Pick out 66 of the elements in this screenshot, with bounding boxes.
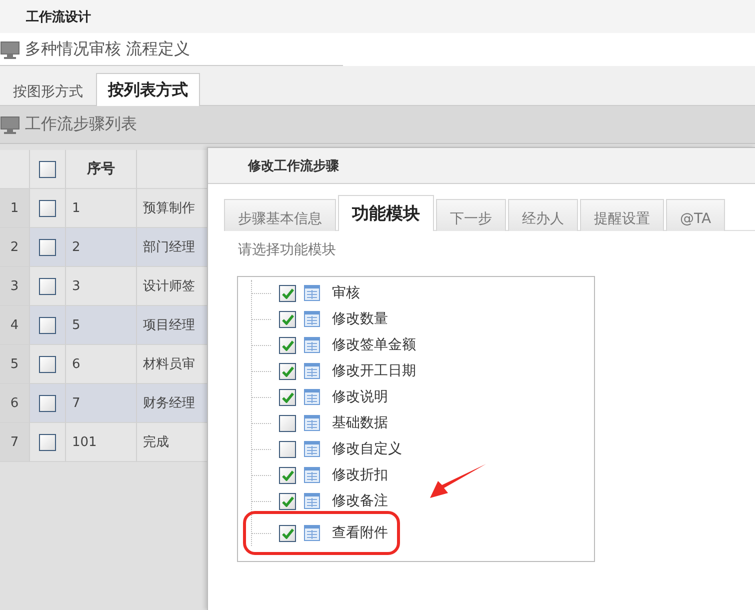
module-label[interactable]: 修改折扣 bbox=[332, 466, 388, 484]
table-cell: 5 bbox=[66, 306, 137, 345]
checkbox[interactable] bbox=[279, 466, 296, 484]
table-icon bbox=[304, 493, 320, 509]
view-tab[interactable]: 按列表方式 bbox=[96, 73, 200, 106]
checkbox[interactable] bbox=[279, 362, 296, 380]
checkbox[interactable] bbox=[39, 356, 56, 372]
table-icon bbox=[304, 311, 320, 327]
row-number: 5 bbox=[0, 345, 30, 384]
module-label[interactable]: 查看附件 bbox=[332, 524, 388, 542]
row-number: 4 bbox=[0, 306, 30, 345]
checkbox[interactable] bbox=[39, 238, 56, 256]
row-number: 6 bbox=[0, 384, 30, 423]
row-number: 1 bbox=[0, 189, 30, 228]
row-number: 3 bbox=[0, 267, 30, 306]
module-label[interactable]: 修改数量 bbox=[332, 310, 388, 328]
monitor-icon bbox=[0, 40, 20, 58]
dialog-tab[interactable]: 功能模块 bbox=[338, 195, 434, 231]
checkbox[interactable] bbox=[39, 434, 56, 450]
table-icon bbox=[304, 285, 320, 301]
module-label[interactable]: 修改自定义 bbox=[332, 440, 402, 458]
checkbox[interactable] bbox=[279, 414, 296, 432]
checkbox[interactable] bbox=[39, 316, 56, 334]
checkbox[interactable] bbox=[39, 160, 56, 178]
checkbox[interactable] bbox=[279, 336, 296, 354]
module-label[interactable]: 修改说明 bbox=[332, 388, 388, 406]
table-icon bbox=[304, 441, 320, 457]
table-icon bbox=[304, 415, 320, 431]
table-cell: 1 bbox=[66, 189, 137, 228]
dialog-tab[interactable]: 经办人 bbox=[508, 199, 578, 231]
row-number: 7 bbox=[0, 423, 30, 462]
checkbox[interactable] bbox=[279, 310, 296, 328]
checkbox[interactable] bbox=[39, 200, 56, 216]
breadcrumb-title: 多种情况审核 流程定义 bbox=[25, 39, 190, 60]
module-label[interactable]: 审核 bbox=[332, 284, 360, 302]
column-header: 序号 bbox=[66, 150, 137, 189]
dialog-tab[interactable]: 步骤基本信息 bbox=[224, 199, 336, 231]
table-cell: 6 bbox=[66, 345, 137, 384]
list-title: 工作流步骤列表 bbox=[25, 114, 137, 135]
table-icon bbox=[304, 525, 320, 541]
table-cell: 2 bbox=[66, 228, 137, 267]
dialog-tab[interactable]: @TA bbox=[666, 199, 726, 231]
checkbox[interactable] bbox=[279, 388, 296, 406]
dialog-tab[interactable]: 下一步 bbox=[436, 199, 506, 231]
prompt-text: 请选择功能模块 bbox=[238, 241, 337, 260]
module-label[interactable]: 修改备注 bbox=[332, 492, 388, 510]
row-number: 2 bbox=[0, 228, 30, 267]
dialog-title: 修改工作流步骤 bbox=[248, 158, 339, 174]
checkbox[interactable] bbox=[279, 524, 296, 542]
view-tab[interactable]: 按图形方式 bbox=[2, 78, 94, 106]
module-label[interactable]: 修改开工日期 bbox=[332, 362, 416, 380]
table-icon bbox=[304, 363, 320, 379]
checkbox[interactable] bbox=[279, 284, 296, 302]
checkbox[interactable] bbox=[279, 492, 296, 510]
table-icon bbox=[304, 467, 320, 483]
monitor-icon bbox=[0, 116, 20, 134]
table-icon bbox=[304, 337, 320, 353]
checkbox[interactable] bbox=[279, 440, 296, 458]
checkbox[interactable] bbox=[39, 278, 56, 294]
table-icon bbox=[304, 389, 320, 405]
table-cell: 3 bbox=[66, 267, 137, 306]
checkbox[interactable] bbox=[39, 394, 56, 412]
table-cell: 101 bbox=[66, 423, 137, 462]
app-title: 工作流设计 bbox=[26, 8, 91, 26]
table-cell: 7 bbox=[66, 384, 137, 423]
dialog-tab[interactable]: 提醒设置 bbox=[580, 199, 664, 231]
